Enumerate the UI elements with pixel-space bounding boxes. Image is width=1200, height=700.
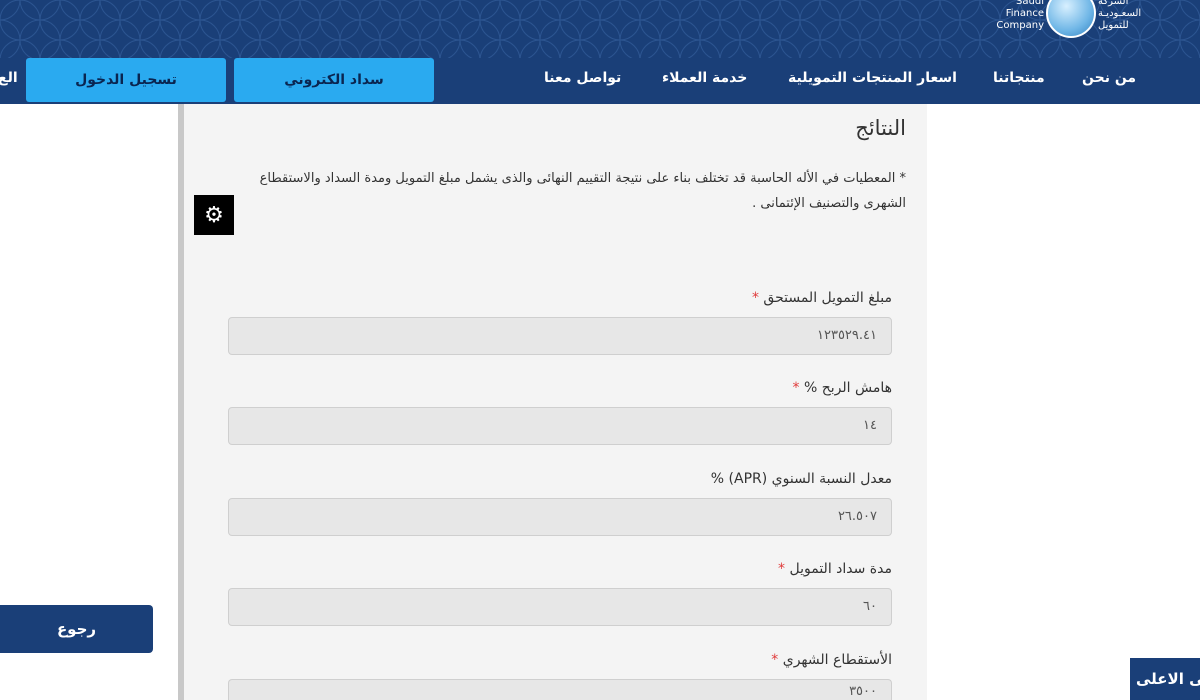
logo-english-text: Saudi Finance Company <box>996 0 1044 31</box>
settings-button[interactable]: ⚙ <box>194 195 234 235</box>
back-button[interactable]: رجوع <box>0 605 153 653</box>
field-label-text: هامش الربح % <box>803 380 892 396</box>
monthly-deduction-field[interactable]: ٣٥٠٠ <box>228 679 892 700</box>
nav-item-customer-service[interactable]: خدمة العملاء <box>662 70 747 86</box>
nav-item-cut[interactable]: الع <box>0 70 18 86</box>
required-mark: * <box>778 561 786 577</box>
field-label-apr: معدل النسبة السنوي (APR) % <box>228 471 892 487</box>
globe-logo-icon <box>1046 0 1096 38</box>
field-label-text: معدل النسبة السنوي (APR) % <box>710 471 892 487</box>
field-label-text: مدة سداد التمويل <box>789 561 893 577</box>
company-logo[interactable]: Saudi Finance Company الشركة السعـوديـة … <box>988 0 1163 44</box>
nav-item-about[interactable]: من نحن <box>1082 70 1136 86</box>
main-nav: الع تسجيل الدخول سداد الكتروني تواصل معن… <box>0 56 1200 104</box>
logo-arabic-text: الشركة السعـوديـة للتمويل <box>1098 0 1142 31</box>
gear-icon: ⚙ <box>204 202 224 228</box>
required-mark: * <box>751 290 759 306</box>
results-disclaimer: * المعطيات في الأله الحاسبة قد تختلف بنا… <box>259 171 906 211</box>
field-label-profit-margin: هامش الربح % * <box>228 380 892 396</box>
repayment-period-field[interactable]: ٦٠ <box>228 588 892 626</box>
results-title: النتائج <box>855 116 906 140</box>
back-to-top-button[interactable]: الى الاعلى <box>1130 658 1200 700</box>
finance-amount-field[interactable]: ١٢٣٥٢٩.٤١ <box>228 317 892 355</box>
nav-item-contact[interactable]: تواصل معنا <box>544 70 621 86</box>
epay-button[interactable]: سداد الكتروني <box>234 58 434 102</box>
field-label-text: مبلغ التمويل المستحق <box>763 290 892 306</box>
field-label-repayment-period: مدة سداد التمويل * <box>228 561 892 577</box>
site-header: Saudi Finance Company الشركة السعـوديـة … <box>0 0 1200 104</box>
field-label-monthly-deduction: الأستقطاع الشهري * <box>228 652 892 668</box>
required-mark: * <box>792 380 800 396</box>
field-label-text: الأستقطاع الشهري <box>782 652 892 668</box>
profit-margin-field[interactable]: ١٤ <box>228 407 892 445</box>
login-button[interactable]: تسجيل الدخول <box>26 58 226 102</box>
nav-item-finance-prices[interactable]: اسعار المنتجات التمويلية <box>788 70 957 86</box>
required-mark: * <box>771 652 779 668</box>
apr-field[interactable]: ٢٦.٥٠٧ <box>228 498 892 536</box>
field-label-finance-amount: مبلغ التمويل المستحق * <box>228 290 892 306</box>
nav-item-products[interactable]: منتجاتنا <box>993 70 1045 86</box>
